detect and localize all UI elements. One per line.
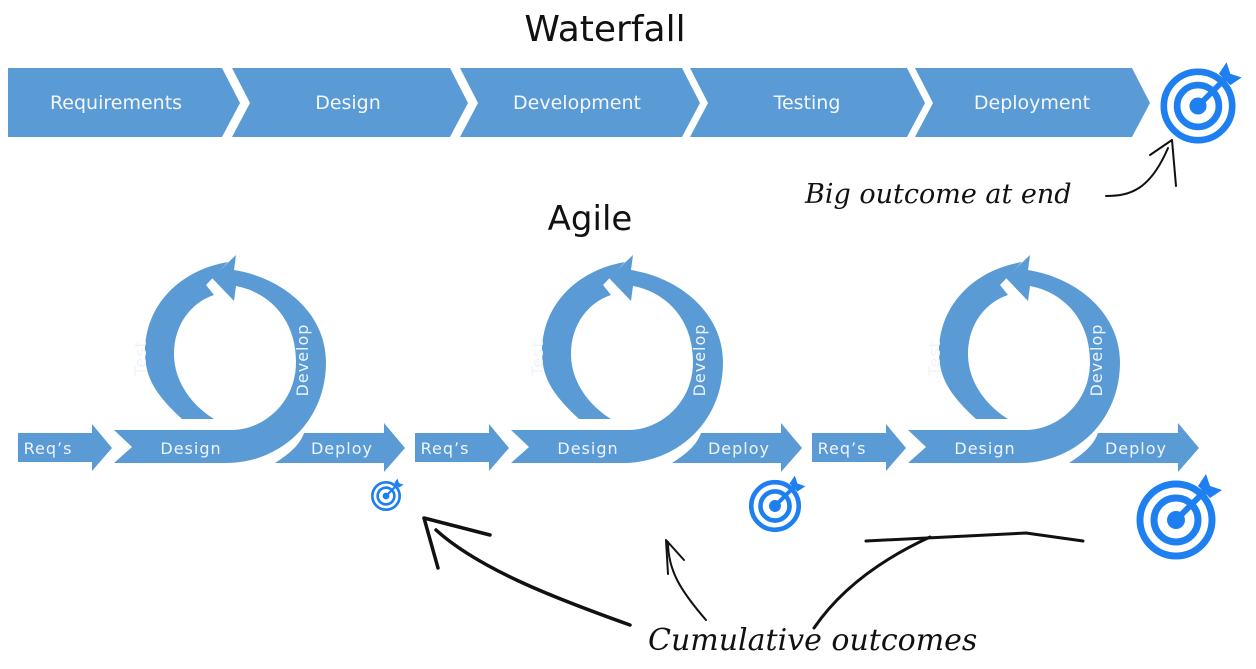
big-outcome-annotation: Big outcome at end bbox=[804, 179, 1072, 210]
waterfall-stage-testing: Testing bbox=[690, 68, 925, 137]
deploy-label: Deploy bbox=[708, 439, 770, 458]
test-label: Test bbox=[131, 340, 150, 377]
annotation-arrow-icon bbox=[422, 516, 632, 627]
deploy-label: Deploy bbox=[1105, 439, 1167, 458]
annotation-arrow-icon bbox=[812, 531, 1085, 630]
stage-label: Requirements bbox=[50, 92, 182, 114]
waterfall-title: Waterfall bbox=[524, 9, 685, 50]
target-icon bbox=[370, 477, 405, 512]
agile-iteration: Req’s Design Develop Test Deploy bbox=[415, 255, 802, 472]
test-label: Test bbox=[528, 340, 547, 377]
stage-label: Testing bbox=[773, 92, 841, 114]
waterfall-stage-design: Design bbox=[232, 68, 468, 137]
agile-iteration: Req’s Design Develop Test Deploy bbox=[18, 255, 405, 472]
develop-label: Develop bbox=[293, 324, 312, 397]
design-label: Design bbox=[557, 439, 618, 458]
agile-iterations: Req’s Design Develop Test Deploy Req’s Design D… bbox=[18, 255, 1222, 556]
stage-label: Development bbox=[513, 92, 641, 114]
target-icon bbox=[1140, 474, 1222, 556]
requirements-label: Req’s bbox=[421, 439, 470, 458]
annotation-arrow-icon bbox=[665, 539, 707, 621]
test-arrow bbox=[542, 262, 625, 419]
design-label: Design bbox=[954, 439, 1015, 458]
target-icon bbox=[1164, 62, 1242, 140]
test-arrow bbox=[939, 262, 1022, 419]
agile-iteration: Req’s Design Develop Test Deploy bbox=[812, 255, 1199, 472]
waterfall-vs-agile-diagram: Waterfall Requirements Design Developmen… bbox=[8, 9, 1256, 658]
target-icon bbox=[751, 476, 805, 530]
annotation-arrow-icon bbox=[1105, 139, 1177, 197]
stage-label: Deployment bbox=[974, 92, 1090, 114]
develop-label: Develop bbox=[690, 324, 709, 397]
waterfall-stage-development: Development bbox=[460, 68, 700, 137]
requirements-label: Req’s bbox=[818, 439, 867, 458]
develop-label: Develop bbox=[1087, 324, 1106, 397]
agile-title: Agile bbox=[548, 199, 633, 239]
design-label: Design bbox=[160, 439, 221, 458]
waterfall-stage-requirements: Requirements bbox=[8, 68, 240, 137]
deploy-label: Deploy bbox=[311, 439, 373, 458]
test-label: Test bbox=[925, 340, 944, 377]
waterfall-flow: Requirements Design Development Testing … bbox=[8, 68, 1150, 137]
requirements-label: Req’s bbox=[24, 439, 73, 458]
test-arrow bbox=[145, 262, 228, 419]
stage-label: Design bbox=[315, 92, 381, 114]
waterfall-stage-deployment: Deployment bbox=[915, 68, 1150, 137]
